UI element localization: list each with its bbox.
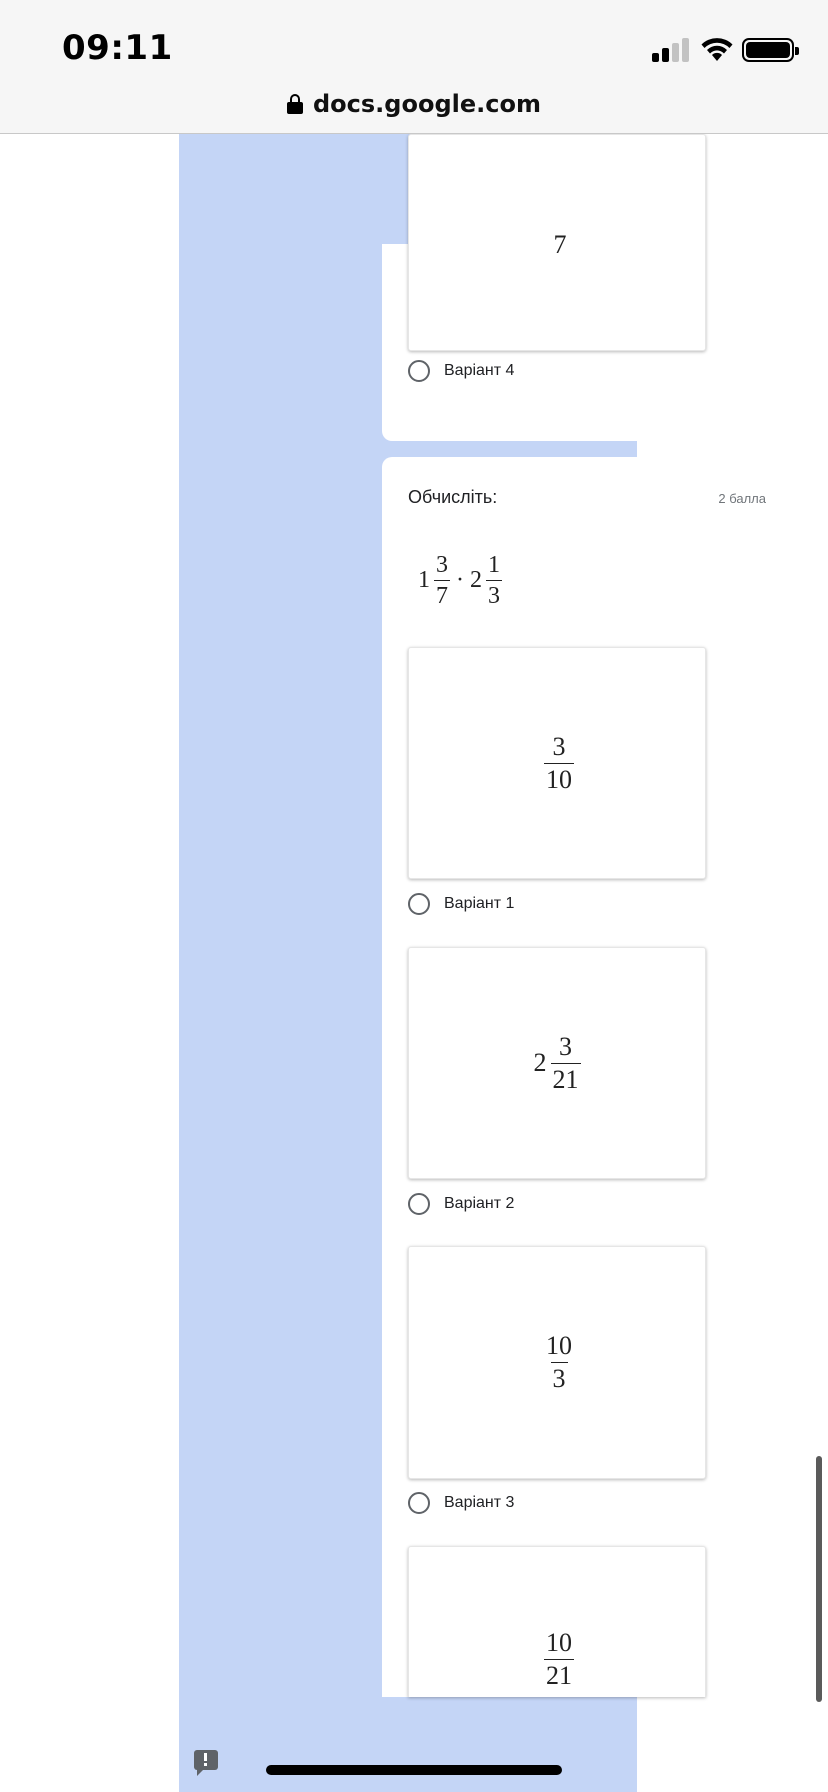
- expr-fraction-1: 3 7: [434, 553, 450, 608]
- option-image-1: 3 10: [408, 647, 706, 879]
- option-label: Варіант 3: [444, 1494, 515, 1511]
- page-scrollbar[interactable]: [816, 1456, 822, 1702]
- option-image-4: 10 21: [408, 1546, 706, 1697]
- expr-denominator-2: 3: [486, 580, 502, 608]
- option-1[interactable]: Варіант 1: [408, 890, 514, 918]
- question-card: Обчисліть: 2 балла 1 3 7 · 2 1 3 3 10 Ва…: [382, 457, 792, 1697]
- option-image-4: 7: [408, 134, 706, 351]
- expr-denominator-1: 7: [434, 580, 450, 608]
- option-3-fraction: 10 3: [544, 1333, 574, 1392]
- question-points: 2 балла: [718, 491, 766, 506]
- option-label: Варіант 4: [444, 362, 515, 379]
- question-expression: 1 3 7 · 2 1 3: [418, 553, 502, 608]
- expr-operator: ·: [456, 567, 464, 593]
- option-image-3: 10 3: [408, 1246, 706, 1479]
- question-title: Обчисліть:: [408, 487, 498, 507]
- wifi-icon: [701, 38, 733, 61]
- option-image-2: 2 3 21: [408, 947, 706, 1179]
- option-3-denominator: 3: [550, 1362, 568, 1393]
- previous-question-card: 7 Варіант 4: [382, 134, 792, 441]
- form-background: 7 Варіант 4 Обчисліть: 2 балла 1 3 7 · 2…: [179, 134, 792, 1792]
- option-1-fraction: 3 10: [544, 731, 574, 794]
- expr-whole-1: 1: [418, 567, 430, 593]
- option-4-denominator: 21: [544, 1659, 574, 1690]
- expr-numerator-1: 3: [436, 552, 448, 578]
- radio-button-icon[interactable]: [408, 360, 430, 382]
- home-indicator[interactable]: [266, 1765, 562, 1775]
- option-label: Варіант 1: [444, 895, 515, 912]
- option-4-fraction: 10 21: [544, 1630, 574, 1689]
- partial-fraction-denominator: 7: [553, 230, 567, 259]
- option-2[interactable]: Варіант 2: [408, 1190, 514, 1218]
- address-bar[interactable]: docs.google.com: [0, 84, 828, 124]
- radio-button-icon[interactable]: [408, 1492, 430, 1514]
- option-3-numerator: 10: [546, 1331, 572, 1360]
- option-2-denominator: 21: [550, 1062, 581, 1094]
- url-text[interactable]: docs.google.com: [313, 90, 541, 118]
- expr-whole-2: 2: [470, 567, 482, 593]
- cellular-signal-icon: [652, 38, 690, 62]
- radio-button-icon[interactable]: [408, 893, 430, 915]
- status-time: 09:11: [62, 28, 173, 68]
- browser-top-bar: 09:11 docs.google.com: [0, 0, 828, 134]
- option-2-numerator: 3: [559, 1031, 572, 1061]
- option-4[interactable]: Варіант 4: [408, 357, 514, 385]
- feedback-icon[interactable]: [194, 1750, 218, 1776]
- lock-icon: [287, 94, 303, 114]
- battery-icon: [742, 38, 799, 62]
- option-4-numerator: 10: [546, 1628, 572, 1657]
- radio-button-icon[interactable]: [408, 1193, 430, 1215]
- option-1-denominator: 10: [544, 762, 574, 794]
- option-3[interactable]: Варіант 3: [408, 1489, 514, 1517]
- option-2-fraction: 3 21: [550, 1031, 581, 1094]
- option-1-numerator: 3: [552, 731, 566, 761]
- option-2-whole: 2: [533, 1048, 547, 1077]
- expr-fraction-2: 1 3: [486, 553, 502, 608]
- expr-numerator-2: 1: [488, 552, 500, 578]
- option-label: Варіант 2: [444, 1195, 515, 1212]
